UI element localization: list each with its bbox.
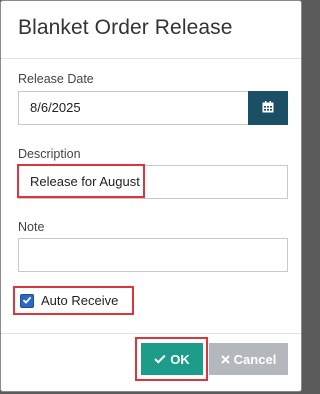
release-date-label: Release Date: [18, 72, 94, 86]
check-icon: [154, 352, 166, 367]
ok-button-label: OK: [170, 351, 190, 367]
dialog-title: Blanket Order Release: [18, 16, 233, 39]
note-label: Note: [18, 220, 45, 234]
ok-button[interactable]: OK: [141, 343, 203, 375]
dialog-footer: [1, 333, 301, 334]
calendar-icon: [262, 100, 274, 116]
blanket-order-release-dialog: Blanket Order Release Release Date 8/6/2…: [0, 0, 302, 392]
description-highlight: [17, 164, 145, 198]
close-icon: [220, 352, 230, 367]
date-picker-button[interactable]: [248, 91, 288, 125]
auto-receive-highlight: [13, 286, 134, 315]
description-label: Description: [18, 147, 81, 161]
note-input[interactable]: [18, 238, 288, 272]
release-date-input[interactable]: 8/6/2025: [18, 91, 250, 125]
cancel-button-label: Cancel: [233, 351, 277, 367]
dialog-header: Blanket Order Release: [1, 1, 301, 59]
cancel-button[interactable]: Cancel: [209, 343, 288, 375]
